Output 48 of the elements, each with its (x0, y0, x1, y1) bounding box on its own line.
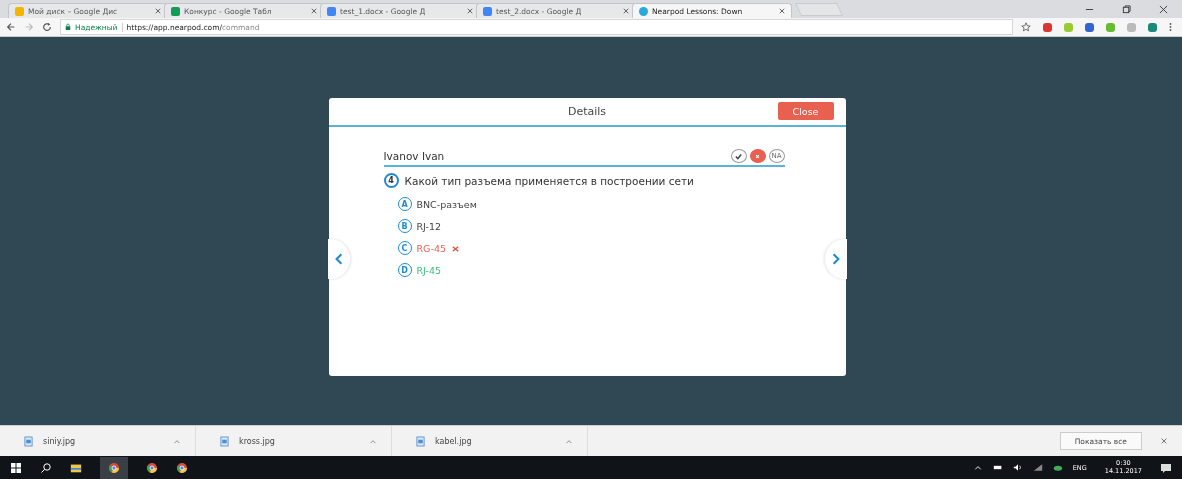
tab-icon (327, 6, 336, 16)
browser-icon[interactable] (100, 456, 128, 479)
image-file-icon (220, 435, 229, 447)
browser-icon[interactable] (146, 461, 158, 474)
close-icon[interactable] (1160, 437, 1168, 445)
correct-grade-button[interactable] (730, 149, 747, 163)
image-file-icon (416, 435, 425, 447)
tab-icon (639, 6, 648, 16)
tab-icon (483, 6, 492, 16)
chevron-left-icon (334, 252, 343, 266)
windows-start-icon[interactable] (10, 461, 22, 474)
answer-text: BNC-разъем (416, 198, 477, 210)
chevron-up-icon[interactable] (972, 463, 983, 472)
battery-icon[interactable] (992, 463, 1003, 472)
menu-icon[interactable] (1169, 22, 1172, 32)
tab-icon (15, 6, 24, 16)
answer-text: RG-45 (416, 242, 446, 254)
wrong-icon (451, 243, 460, 253)
star-icon[interactable] (1021, 22, 1031, 32)
restore-icon[interactable] (1122, 4, 1131, 14)
search-icon[interactable] (40, 461, 52, 474)
tab-icon (171, 6, 180, 16)
previous-button[interactable] (327, 239, 350, 279)
close-icon[interactable] (623, 8, 629, 14)
question-number: 4 (383, 173, 399, 188)
browser-icon[interactable] (176, 461, 188, 474)
student-name: Ivanov Ivan (383, 150, 445, 162)
lock-icon (65, 23, 71, 31)
notification-icon[interactable] (1160, 461, 1172, 474)
extension-icon[interactable] (1148, 22, 1157, 32)
answer-text: RJ-45 (416, 264, 442, 276)
dialog-title: Details (567, 105, 607, 118)
close-icon[interactable] (1159, 4, 1168, 14)
reload-icon[interactable] (42, 22, 52, 32)
close-icon[interactable] (155, 8, 161, 14)
back-icon[interactable] (6, 22, 16, 32)
question-text: Какой тип разъема применяется в построении сети (404, 174, 694, 187)
answer-text: RJ-12 (416, 220, 442, 232)
wrong-grade-button[interactable] (749, 149, 766, 163)
close-icon[interactable] (779, 8, 785, 14)
wifi-icon[interactable] (1032, 463, 1043, 472)
close-icon[interactable] (467, 8, 473, 14)
check-icon (734, 151, 743, 161)
close-icon[interactable] (311, 8, 317, 14)
extension-icon[interactable] (1043, 22, 1052, 32)
image-file-icon (24, 435, 33, 447)
speaker-icon[interactable] (1012, 463, 1023, 472)
chevron-right-icon (831, 252, 840, 266)
